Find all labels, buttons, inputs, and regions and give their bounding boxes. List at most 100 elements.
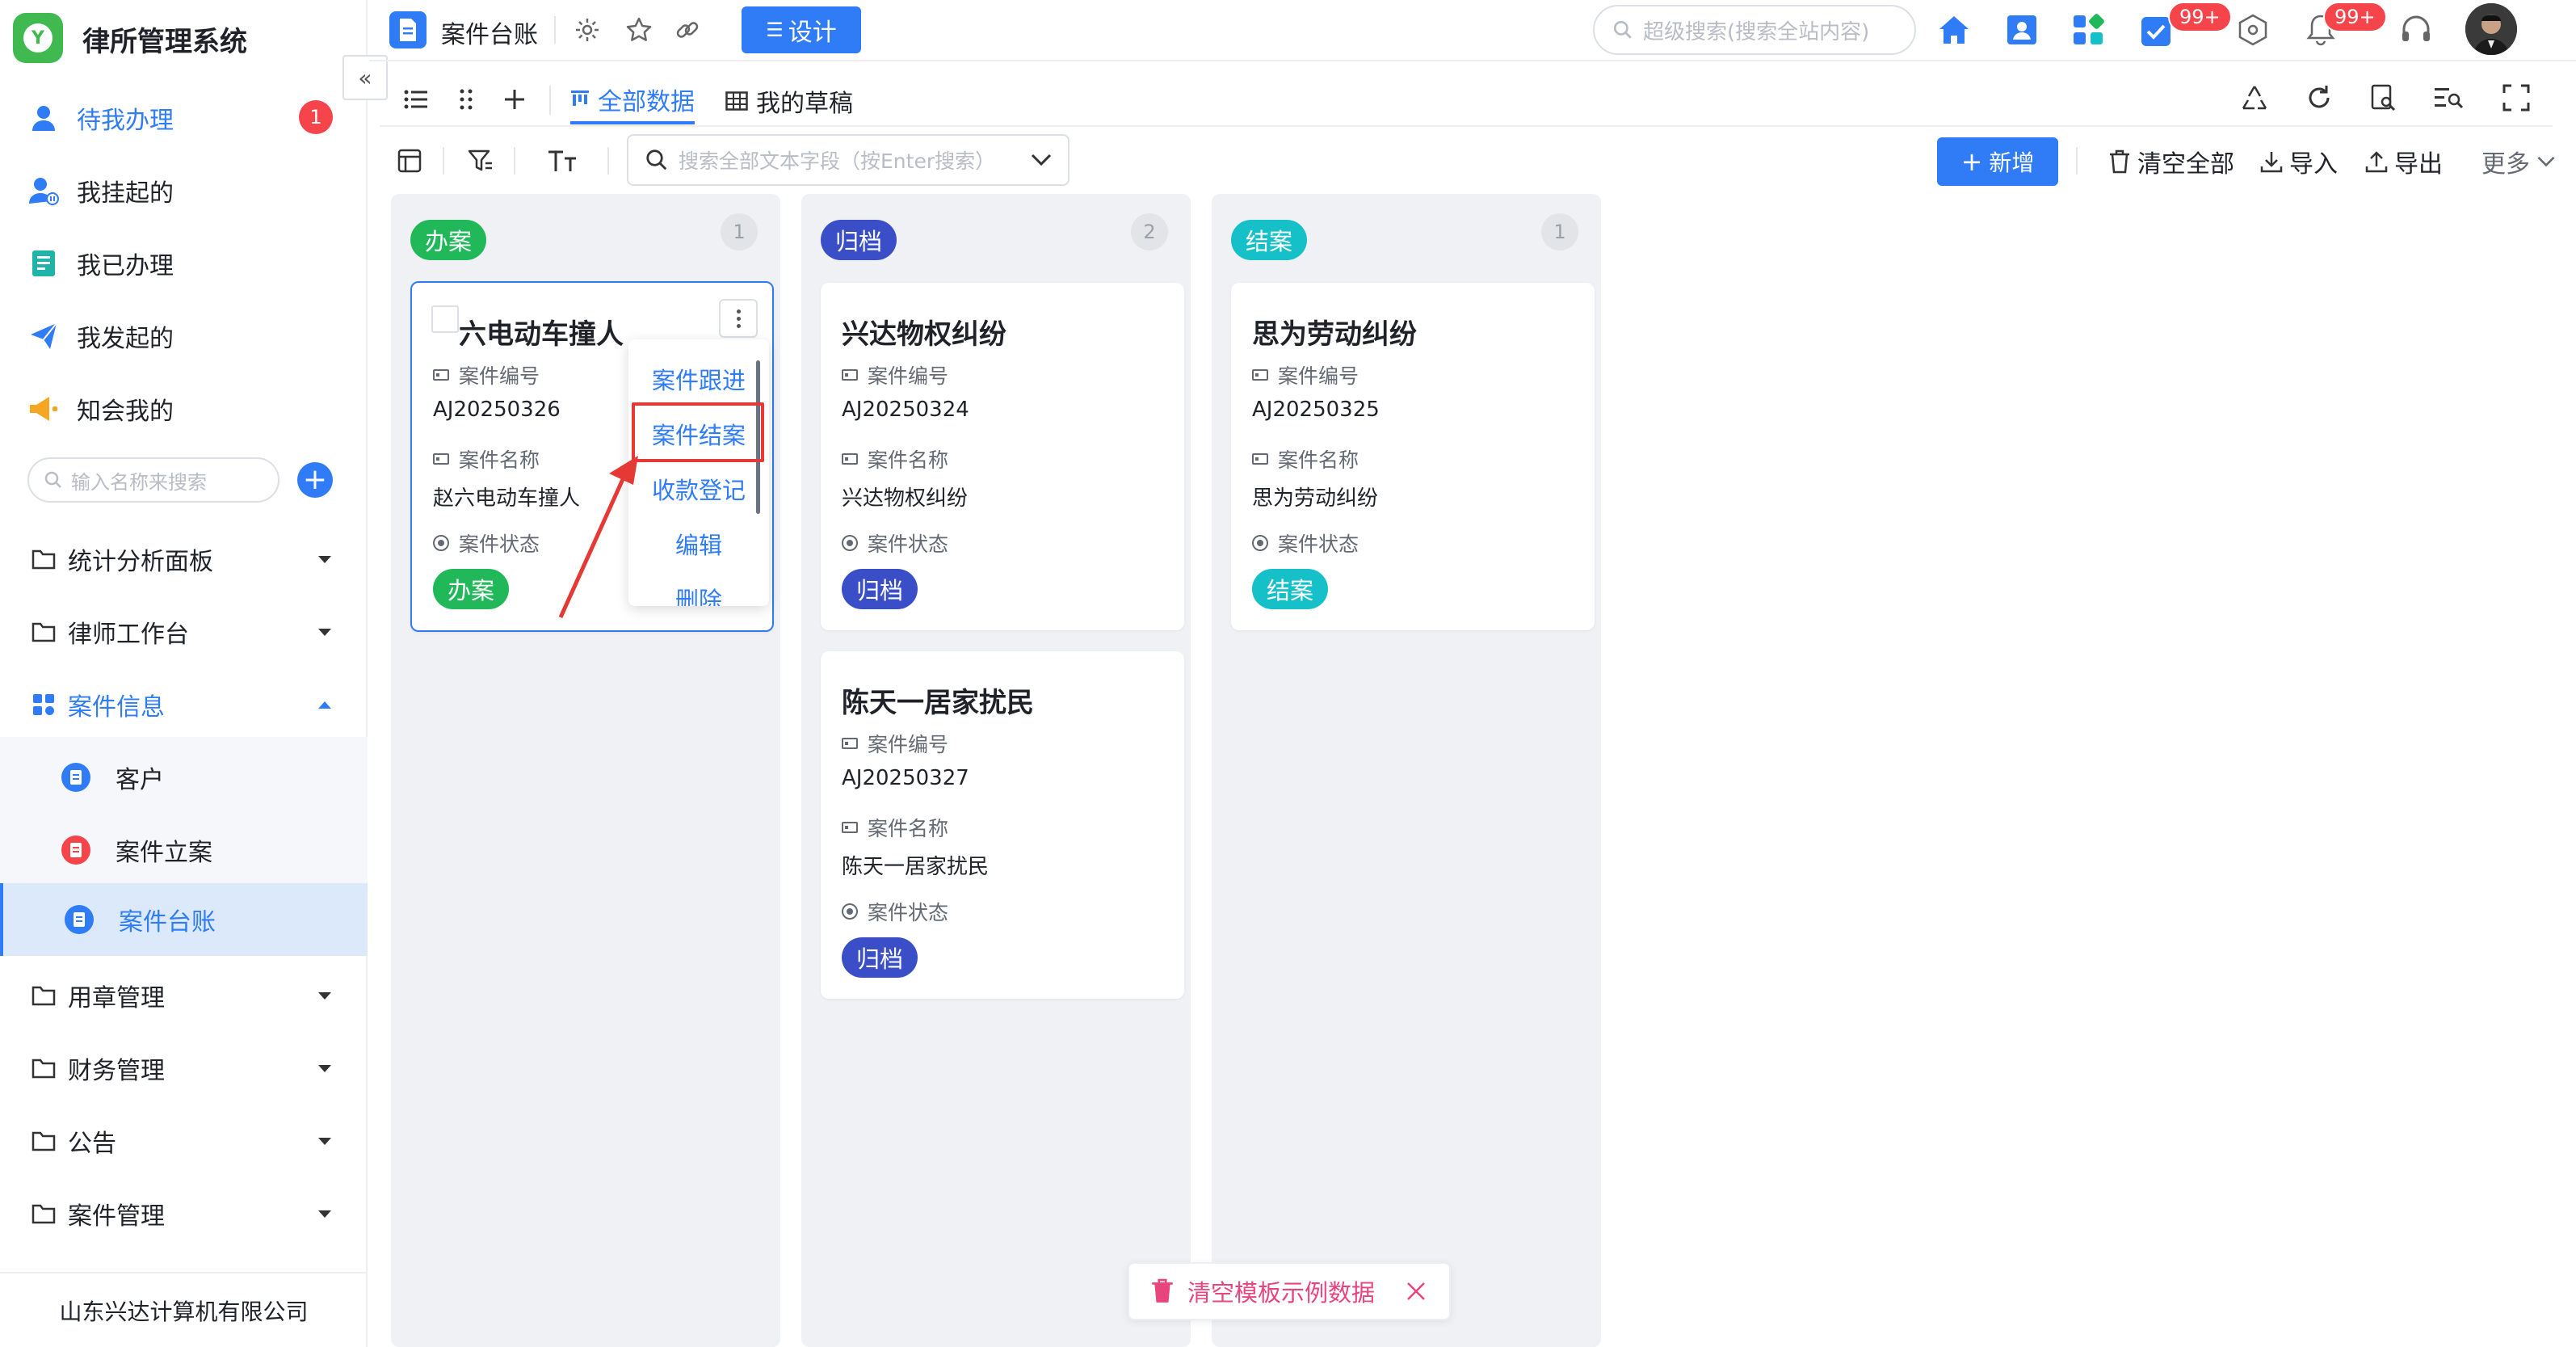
settings-button[interactable] [567,10,607,50]
highlight-box [632,402,764,462]
sidebar-group-finance[interactable]: 财务管理 [0,1036,368,1101]
todo-count-badge: 99+ [2168,2,2232,32]
sidebar-item-done[interactable]: 我已办理 [0,231,368,296]
field-label-status: 案件状态 [433,528,540,558]
drag-handle-button[interactable] [446,79,486,120]
sidebar-group-seal[interactable]: 用章管理 [0,963,368,1028]
recycle-button[interactable] [2234,78,2275,118]
card-more-button[interactable] [719,299,758,338]
field-value-code: AJ20250324 [842,398,969,422]
list-menu-button[interactable] [396,79,436,120]
document-icon [60,834,92,866]
plus-icon: + [1960,146,1983,177]
card-title: 兴达物权纠纷 [842,318,1006,351]
apps-button[interactable] [2068,10,2108,50]
sidebar-item-customer[interactable]: 客户 [0,745,368,810]
status-field-icon [842,903,858,920]
refresh-icon [2309,86,2330,108]
view-settings-button[interactable] [389,141,430,181]
column-count: 1 [721,213,758,250]
folder-icon [27,616,60,648]
copy-link-button[interactable] [667,10,708,50]
menu-item-edit[interactable]: 编辑 [628,517,769,570]
sidebar-search-input[interactable]: 输入名称来搜索 [27,457,279,503]
sidebar-item-case-ledger[interactable]: 案件台账 [0,883,368,956]
divider [514,147,515,175]
sidebar-group-statistics[interactable]: 统计分析面板 [0,527,368,591]
apps-grid-icon [2074,14,2104,44]
link-icon [676,22,699,38]
column-count: 1 [1541,213,1578,250]
field-icon [842,453,858,465]
search-icon [1613,20,1632,39]
filter-button[interactable] [460,141,501,181]
clear-sample-data-banner[interactable]: 清空模板示例数据 [1128,1262,1451,1320]
search-list-button[interactable] [2428,78,2469,118]
folder-icon [27,543,60,575]
card-select-checkbox[interactable] [431,305,459,333]
design-button[interactable]: ☰ 设计 [742,6,861,53]
user-avatar[interactable] [2465,3,2517,55]
field-label-status: 案件状态 [842,897,948,926]
page-title: 案件台账 [441,21,538,49]
folder-icon [27,1198,60,1230]
card-status-tag: 办案 [433,569,510,609]
add-record-button[interactable]: + 新增 [1937,137,2058,186]
home-button[interactable] [1934,10,1974,50]
chevron-up-icon [318,701,331,709]
keyword-search-input[interactable]: 搜索全部文本字段（按Enter搜索） [627,134,1069,186]
global-search-input[interactable]: 超级搜索(搜索全站内容) [1593,5,1916,55]
field-label-name: 案件名称 [433,444,540,474]
field-value-code: AJ20250325 [1252,398,1380,422]
sidebar-item-suspended[interactable]: 我挂起的 [0,158,368,223]
favorite-button[interactable] [619,10,659,50]
field-icon [1252,453,1268,465]
trash-icon [1152,1278,1173,1303]
divider [607,147,609,175]
menu-item-delete[interactable]: 删除 [628,572,769,606]
collapse-sidebar-button[interactable]: « [342,55,388,100]
close-icon[interactable] [1406,1281,1427,1302]
sidebar-item-cc[interactable]: 知会我的 [0,377,368,441]
support-button[interactable] [2396,10,2436,50]
menu-item-payment[interactable]: 收款登记 [628,462,769,516]
refresh-button[interactable] [2299,78,2339,118]
case-card[interactable]: 思为劳动纠纷 案件编号 AJ20250325 案件名称 思为劳动纠纷 案件状态 … [1231,283,1595,630]
add-menu-button[interactable]: + [297,462,333,498]
sidebar-group-label: 案件管理 [68,1202,165,1231]
filter-doc-button[interactable] [2364,78,2404,118]
sidebar-group-label: 财务管理 [68,1057,165,1085]
tab-all-data[interactable]: 全部数据 [570,78,695,124]
sidebar-group-case-mgmt[interactable]: 案件管理 [0,1181,368,1246]
field-icon [433,369,449,381]
tab-my-drafts[interactable]: 我的草稿 [725,78,853,124]
home-icon [1939,16,1969,44]
sidebar-group-lawyer[interactable]: 律师工作台 [0,600,368,664]
workflow-button[interactable] [2233,10,2273,50]
chevron-down-icon [1031,154,1052,166]
sidebar-item-initiated[interactable]: 我发起的 [0,304,368,368]
case-card[interactable]: 陈天一居家扰民 案件编号 AJ20250327 案件名称 陈天一居家扰民 案件状… [821,651,1184,999]
folder-icon [27,1052,60,1084]
chevron-down-icon [318,991,331,1000]
sidebar-group-notice[interactable]: 公告 [0,1109,368,1173]
status-field-icon [1252,535,1268,551]
card-status-tag: 归档 [842,569,918,609]
app-logo: Y [13,13,63,63]
add-view-button[interactable] [494,79,535,120]
menu-item-follow-up[interactable]: 案件跟进 [628,352,769,406]
case-card[interactable]: 兴达物权纠纷 案件编号 AJ20250324 案件名称 兴达物权纠纷 案件状态 … [821,283,1184,630]
text-size-icon [548,150,576,171]
sidebar-item-case-filing[interactable]: 案件立案 [0,818,368,882]
company-footer: 山东兴达计算机有限公司 [0,1272,368,1347]
fullscreen-button[interactable] [2496,78,2536,118]
field-display-button[interactable] [543,141,583,181]
import-button[interactable]: 导入 [2260,139,2338,184]
more-actions-button[interactable]: 更多 [2481,139,2556,184]
clear-all-button[interactable]: 清空全部 [2108,139,2234,184]
export-button[interactable]: 导出 [2365,139,2443,184]
field-label-code: 案件编号 [1252,360,1359,389]
field-label-code: 案件编号 [433,360,540,389]
contacts-button[interactable] [2002,10,2042,50]
sidebar-group-case-info[interactable]: 案件信息 [0,672,368,737]
